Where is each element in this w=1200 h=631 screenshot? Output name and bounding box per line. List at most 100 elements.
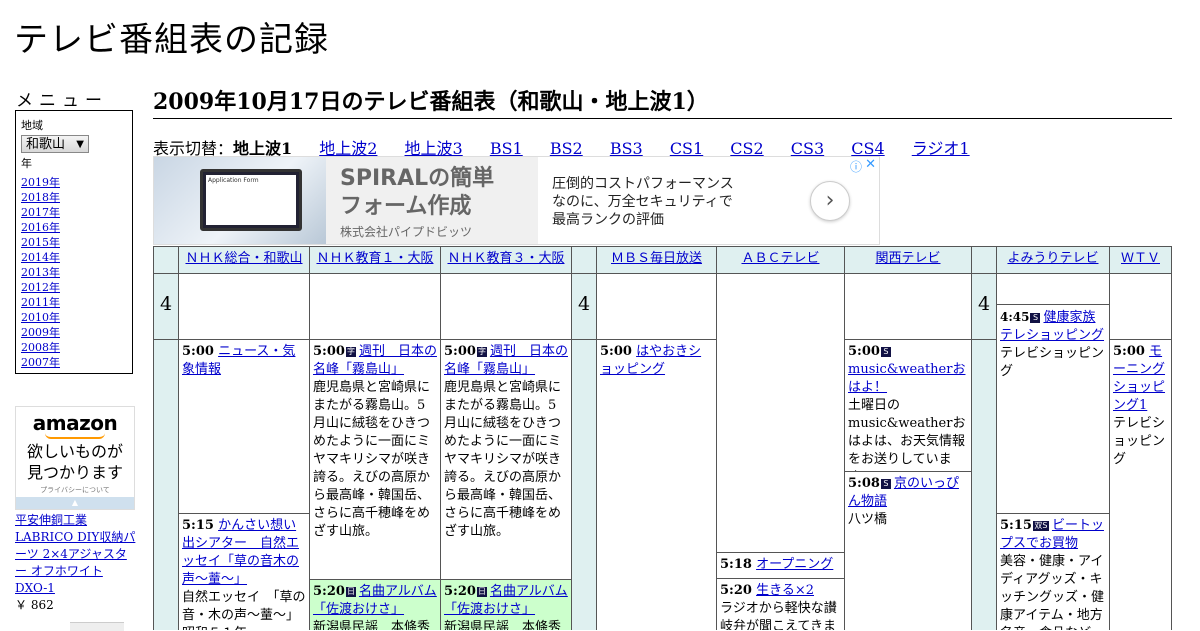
year-link[interactable]: 2016年 xyxy=(21,221,60,234)
program-desc: 土曜日のmusic&weatherおはよは、お天気情報をお送りしています。 xyxy=(848,398,966,471)
switch-link[interactable]: ラジオ1 xyxy=(912,139,970,158)
product-title[interactable]: 平安伸銅工業 LABRICO DIY収納パーツ 2×4アジャスター オフホワイト… xyxy=(15,513,135,595)
program-cell: 5:08 S 京のいっぴん物語 八ツ橋 xyxy=(844,471,972,630)
channel-header: ＮＨＫ総合・和歌山 xyxy=(178,246,310,274)
program-cell: 5:00 字週刊 日本の名峰「霧島山」 鹿児島県と宮崎県にまたがる霧島山。5月山に… xyxy=(309,339,441,580)
program-desc: 鹿児島県と宮崎県にまたがる霧島山。5月山に絨毯をひきつめたように一面にミヤマキリ… xyxy=(444,380,562,539)
program-desc: ラジオから軽快な讃岐弁が聞こえてきます xyxy=(720,601,837,630)
hour-header-blank xyxy=(571,246,597,274)
ad-copy-line1: 圧倒的コストパフォーマンス xyxy=(552,176,734,192)
program-time: 5:00 xyxy=(848,344,880,359)
year-link[interactable]: 2014年 xyxy=(21,251,60,264)
program-cell: 5:20 日名曲アルバム「佐渡おけさ」 新潟県民謡 本條秀 xyxy=(440,579,572,630)
region-select[interactable]: 和歌山 ▼ xyxy=(21,135,89,153)
info-icon[interactable]: ⓘ xyxy=(850,158,862,175)
program-desc: 新潟県民謡 本條秀 xyxy=(313,620,431,630)
channel-link[interactable]: 関西テレビ xyxy=(875,251,940,266)
channel-header: ＷＴＶ xyxy=(1109,246,1172,274)
program-cell: 5:18 オープニング xyxy=(716,552,845,579)
hour-column xyxy=(971,339,997,630)
ad-screen-text: Application Form xyxy=(206,175,296,225)
program-cell: 5:15 双S ビートップスでお買物 美容・健康・アイディアグッズ・キッチングッズ・… xyxy=(996,513,1110,630)
year-list: 2019年 2018年 2017年 2016年 2015年 2014年 2013… xyxy=(21,175,127,370)
region-label: 地域 xyxy=(21,119,43,132)
program-desc: 鹿児島県と宮崎県にまたがる霧島山。5月山に絨毯をひきつめたように一面にミヤマキリ… xyxy=(313,380,431,539)
program-time: 5:08 xyxy=(848,476,880,491)
ad-image: Application Form xyxy=(154,157,326,244)
empty-slot xyxy=(1109,273,1172,340)
empty-slot xyxy=(309,273,441,340)
program-cell: 5:00 ニュース・気象情報 xyxy=(178,339,310,514)
program-time: 5:20 xyxy=(720,583,752,598)
close-icon[interactable]: ✕ xyxy=(865,157,876,172)
program-time: 5:20 xyxy=(313,584,345,599)
program-desc: 新潟県民謡 本條秀 xyxy=(444,620,562,630)
hour-column xyxy=(571,339,597,630)
program-title[interactable]: music&weatherおはよ！ xyxy=(848,362,965,395)
program-time: 5:00 xyxy=(1113,344,1145,359)
menu-title: メニュー xyxy=(16,91,108,111)
page-title: 2009年10月17日のテレビ番組表（和歌山・地上波1） xyxy=(153,84,1172,119)
program-time: 5:00 xyxy=(600,344,632,359)
empty-slot xyxy=(844,273,972,340)
amazon-copy-line1: 欲しいものが xyxy=(26,442,123,461)
year-link[interactable]: 2018年 xyxy=(21,191,60,204)
program-cell: 5:00 はやおきショッピング xyxy=(596,339,717,630)
channel-header: ＮＨＫ教育３・大阪 xyxy=(440,246,572,274)
program-cell: 5:20 日名曲アルバム「佐渡おけさ」 新潟県民謡 本條秀 xyxy=(309,579,441,630)
ad-headline-line1: SPIRALの簡単 xyxy=(340,166,495,191)
schedule-grid: ＮＨＫ総合・和歌山 ＮＨＫ教育１・大阪 ＮＨＫ教育３・大阪 ＭＢＳ毎日放送 ＡＢ… xyxy=(153,246,1172,630)
channel-link[interactable]: ＭＢＳ毎日放送 xyxy=(611,251,702,266)
ad-headline-line2: フォーム作成 xyxy=(340,194,472,219)
program-time: 5:20 xyxy=(444,584,476,599)
program-title[interactable]: オープニング xyxy=(756,557,833,572)
chevron-right-icon[interactable]: › xyxy=(810,181,850,221)
year-link[interactable]: 2015年 xyxy=(21,236,60,249)
year-link[interactable]: 2007年 xyxy=(21,356,60,369)
chevron-up-icon: ▲ xyxy=(71,498,79,507)
ad-copy-line2: なのに、万全セキュリティで xyxy=(552,194,733,210)
year-link[interactable]: 2013年 xyxy=(21,266,60,279)
empty-slot xyxy=(996,273,1110,305)
channel-header: ＮＨＫ教育１・大阪 xyxy=(309,246,441,274)
ad-company: 株式会社パイプドビッツ xyxy=(340,225,473,239)
program-time: 5:00 xyxy=(182,344,214,359)
data-badge-icon: 日 xyxy=(345,587,356,597)
stereo-badge-icon: S xyxy=(880,479,891,489)
region-select-value: 和歌山 xyxy=(26,137,66,152)
amazon-ad[interactable]: amazon 欲しいものが 見つかります プライバシーについて ▲ xyxy=(15,406,135,510)
amazon-privacy[interactable]: プライバシーについて xyxy=(16,485,134,495)
year-link[interactable]: 2008年 xyxy=(21,341,60,354)
program-desc: 八ツ橋 xyxy=(848,512,888,527)
program-cell: 5:15 かんさい想い出シアター 自然エッセイ「草の音木の声～蕫～」 自然エッセ… xyxy=(178,513,310,630)
year-link[interactable]: 2012年 xyxy=(21,281,60,294)
year-link[interactable]: 2010年 xyxy=(21,311,60,324)
program-cell: 4:45 S 健康家族テレショッピング テレビショッピング xyxy=(996,304,1110,514)
channel-link[interactable]: ＮＨＫ教育３・大阪 xyxy=(447,251,564,266)
program-desc: 自然エッセイ 「草の音・木の声～蕫～」昭和５１年 xyxy=(182,590,306,630)
program-time: 4:45 xyxy=(1000,310,1030,324)
chevron-down-icon: ▼ xyxy=(76,139,84,150)
channel-link[interactable]: ＮＨＫ総合・和歌山 xyxy=(185,251,302,266)
program-title[interactable]: 生きる×2 xyxy=(756,583,814,598)
channel-link[interactable]: ＷＴＶ xyxy=(1121,251,1160,266)
stereo-badge-icon: S xyxy=(880,347,891,357)
channel-header: ＭＢＳ毎日放送 xyxy=(596,246,717,274)
banner-ad[interactable]: Application Form SPIRALの簡単 フォーム作成 株式会社パイ… xyxy=(153,156,880,245)
program-time: 5:18 xyxy=(720,557,752,572)
hour-header-blank xyxy=(971,246,997,274)
subtitle-badge-icon: 字 xyxy=(476,347,487,357)
channel-link[interactable]: ＡＢＣテレビ xyxy=(741,251,819,266)
channel-header: ＡＢＣテレビ xyxy=(716,246,845,274)
site-title: テレビ番組表の記録 xyxy=(14,20,329,60)
amazon-collapse-bar[interactable]: ▲ xyxy=(16,497,134,509)
monitor-icon: Application Form xyxy=(200,169,302,231)
year-link[interactable]: 2017年 xyxy=(21,206,60,219)
year-link[interactable]: 2011年 xyxy=(21,296,60,309)
channel-link[interactable]: よみうりテレビ xyxy=(1007,251,1098,266)
amazon-logo: amazon xyxy=(32,411,118,435)
year-link[interactable]: 2019年 xyxy=(21,176,60,189)
year-link[interactable]: 2009年 xyxy=(21,326,60,339)
channel-link[interactable]: ＮＨＫ教育１・大阪 xyxy=(316,251,433,266)
amazon-copy-line2: 見つかります xyxy=(26,463,123,482)
